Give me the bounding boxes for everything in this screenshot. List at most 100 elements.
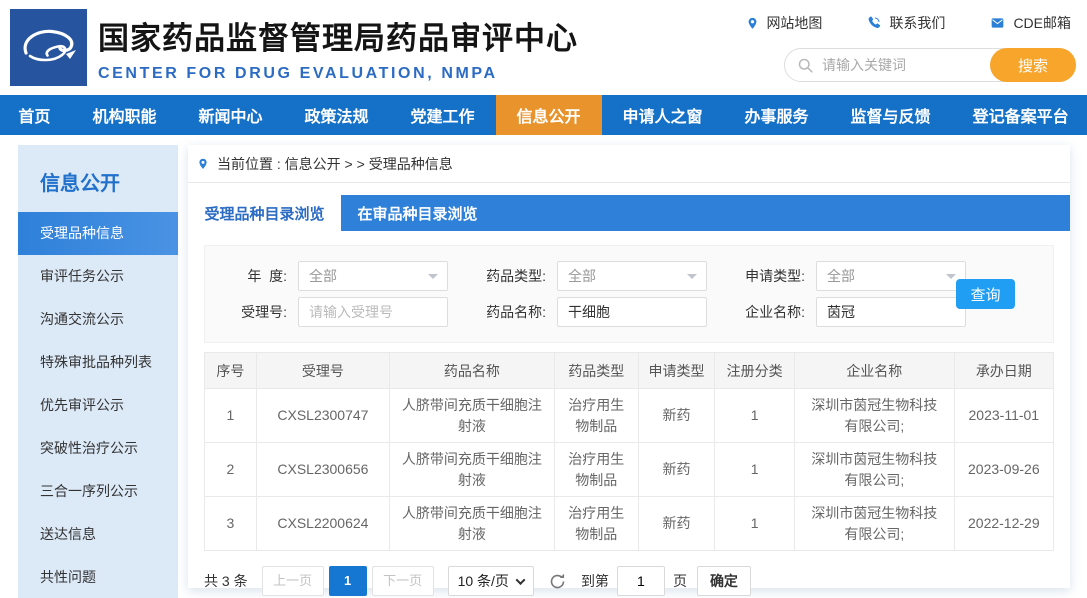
chevron-down-icon [428, 274, 438, 284]
drug-type-label: 药品类型: [474, 266, 546, 286]
cell-acceptance-no: CXSL2300656 [256, 443, 389, 497]
location-pin-icon [197, 156, 209, 172]
phone-icon [866, 15, 882, 31]
results-table-wrap: 序号 受理号 药品名称 药品类型 申请类型 注册分类 企业名称 承办日期 1 C… [204, 352, 1054, 551]
nav-item-functions[interactable]: 机构职能 [71, 95, 177, 135]
goto-label: 到第 [581, 571, 609, 591]
results-table: 序号 受理号 药品名称 药品类型 申请类型 注册分类 企业名称 承办日期 1 C… [204, 352, 1054, 551]
nav-item-home[interactable]: 首页 [0, 95, 71, 135]
sidebar-item-communication[interactable]: 沟通交流公示 [18, 298, 178, 341]
sidebar-item-breakthrough-therapy[interactable]: 突破性治疗公示 [18, 427, 178, 470]
sitemap-label: 网站地图 [766, 13, 822, 33]
drug-type-select[interactable]: 全部 [557, 261, 707, 291]
site-search-box: 搜索 [784, 48, 1076, 82]
next-page-button[interactable]: 下一页 [372, 566, 434, 596]
cell-index: 3 [205, 497, 257, 551]
year-select[interactable]: 全部 [298, 261, 448, 291]
query-button[interactable]: 查询 [956, 279, 1015, 309]
search-input[interactable] [814, 57, 990, 73]
search-icon [797, 57, 814, 74]
cell-date: 2023-11-01 [954, 389, 1053, 443]
cell-drug-name: 人脐带间充质干细胞注射液 [390, 443, 555, 497]
tab-accepted-catalog[interactable]: 受理品种目录浏览 [188, 195, 341, 231]
col-header-reg-class: 注册分类 [715, 353, 795, 389]
cell-company: 深圳市茵冠生物科技有限公司; [795, 497, 955, 551]
sidebar: 信息公开 受理品种信息 审评任务公示 沟通交流公示 特殊审批品种列表 优先审评公… [18, 145, 178, 598]
year-label: 年 度: [215, 266, 287, 286]
contact-link[interactable]: 联系我们 [866, 13, 945, 33]
table-header-row: 序号 受理号 药品名称 药品类型 申请类型 注册分类 企业名称 承办日期 [205, 353, 1054, 389]
sidebar-item-three-in-one[interactable]: 三合一序列公示 [18, 470, 178, 513]
nav-item-supervision-feedback[interactable]: 监督与反馈 [830, 95, 952, 135]
mailbox-label: CDE邮箱 [1013, 13, 1071, 33]
current-page-button[interactable]: 1 [329, 566, 367, 596]
cell-drug-type: 治疗用生物制品 [554, 497, 638, 551]
sidebar-item-review-tasks[interactable]: 审评任务公示 [18, 255, 178, 298]
apply-type-select-value: 全部 [827, 266, 855, 286]
table-row: 3 CXSL2200624 人脐带间充质干细胞注射液 治疗用生物制品 新药 1 … [205, 497, 1054, 551]
drug-type-select-value: 全部 [568, 266, 596, 286]
page-size-select[interactable]: 10 条/页 [448, 566, 534, 596]
year-select-value: 全部 [309, 266, 337, 286]
refresh-icon[interactable] [548, 572, 567, 591]
sidebar-item-priority-review[interactable]: 优先审评公示 [18, 384, 178, 427]
site-subtitle: CENTER FOR DRUG EVALUATION, NMPA [98, 65, 578, 83]
breadcrumb: 当前位置 : 信息公开 > > 受理品种信息 [188, 145, 1070, 183]
cell-reg-class: 1 [715, 443, 795, 497]
goto-unit: 页 [673, 571, 687, 591]
header-quick-links: 网站地图 联系我们 CDE邮箱 [746, 13, 1071, 33]
mailbox-link[interactable]: CDE邮箱 [989, 13, 1071, 33]
filter-row-1: 年 度: 全部 药品类型: 全部 申请类型: 全部 [215, 261, 1053, 291]
pagination-total: 共 3 条 [204, 571, 248, 591]
nav-item-news[interactable]: 新闻中心 [177, 95, 283, 135]
nav-item-registration-platform[interactable]: 登记备案平台 [952, 95, 1087, 135]
cell-drug-type: 治疗用生物制品 [554, 389, 638, 443]
col-header-drug-name: 药品名称 [390, 353, 555, 389]
drug-name-input[interactable] [557, 297, 707, 327]
cde-logo [10, 9, 87, 86]
sidebar-item-common-issues[interactable]: 共性问题 [18, 556, 178, 598]
main-panel: 当前位置 : 信息公开 > > 受理品种信息 受理品种目录浏览 在审品种目录浏览… [188, 145, 1070, 588]
goto-page-input[interactable] [617, 566, 665, 596]
cell-drug-name: 人脐带间充质干细胞注射液 [390, 389, 555, 443]
nav-item-party-building[interactable]: 党建工作 [389, 95, 495, 135]
sidebar-title: 信息公开 [18, 145, 178, 212]
sidebar-item-delivery-info[interactable]: 送达信息 [18, 513, 178, 556]
main-nav: 首页 机构职能 新闻中心 政策法规 党建工作 信息公开 申请人之窗 办事服务 监… [0, 95, 1087, 135]
chevron-down-icon [946, 274, 956, 284]
pagination: 共 3 条 上一页 1 下一页 10 条/页 到第 页 确定 [204, 566, 1054, 596]
cell-acceptance-no: CXSL2200624 [256, 497, 389, 551]
sidebar-item-accepted-varieties[interactable]: 受理品种信息 [18, 212, 178, 255]
sitemap-link[interactable]: 网站地图 [746, 13, 822, 33]
drug-name-label: 药品名称: [474, 302, 546, 322]
table-row: 2 CXSL2300656 人脐带间充质干细胞注射液 治疗用生物制品 新药 1 … [205, 443, 1054, 497]
nav-item-services[interactable]: 办事服务 [724, 95, 830, 135]
filter-row-2: 受理号: 药品名称: 企业名称: [215, 297, 1053, 327]
acceptance-no-label: 受理号: [215, 302, 287, 322]
tab-bar: 受理品种目录浏览 在审品种目录浏览 [188, 195, 1070, 231]
company-name-input[interactable] [816, 297, 966, 327]
cell-drug-name: 人脐带间充质干细胞注射液 [390, 497, 555, 551]
col-header-apply-type: 申请类型 [638, 353, 714, 389]
cell-date: 2022-12-29 [954, 497, 1053, 551]
col-header-company: 企业名称 [795, 353, 955, 389]
breadcrumb-text: 当前位置 : 信息公开 > > 受理品种信息 [217, 154, 453, 174]
cell-company: 深圳市茵冠生物科技有限公司; [795, 389, 955, 443]
col-header-index: 序号 [205, 353, 257, 389]
nav-item-applicant-window[interactable]: 申请人之窗 [602, 95, 724, 135]
cell-reg-class: 1 [715, 497, 795, 551]
apply-type-label: 申请类型: [733, 266, 805, 286]
confirm-button[interactable]: 确定 [697, 566, 751, 596]
contact-label: 联系我们 [889, 13, 945, 33]
table-row: 1 CXSL2300747 人脐带间充质干细胞注射液 治疗用生物制品 新药 1 … [205, 389, 1054, 443]
nav-item-policy[interactable]: 政策法规 [283, 95, 389, 135]
apply-type-select[interactable]: 全部 [816, 261, 966, 291]
sidebar-item-special-approval[interactable]: 特殊审批品种列表 [18, 341, 178, 384]
prev-page-button[interactable]: 上一页 [262, 566, 324, 596]
cell-date: 2023-09-26 [954, 443, 1053, 497]
mail-icon [989, 16, 1006, 30]
tab-under-review-catalog[interactable]: 在审品种目录浏览 [341, 195, 494, 231]
acceptance-no-input[interactable] [298, 297, 448, 327]
nav-item-info-disclosure[interactable]: 信息公开 [496, 95, 602, 135]
search-button[interactable]: 搜索 [990, 48, 1076, 82]
